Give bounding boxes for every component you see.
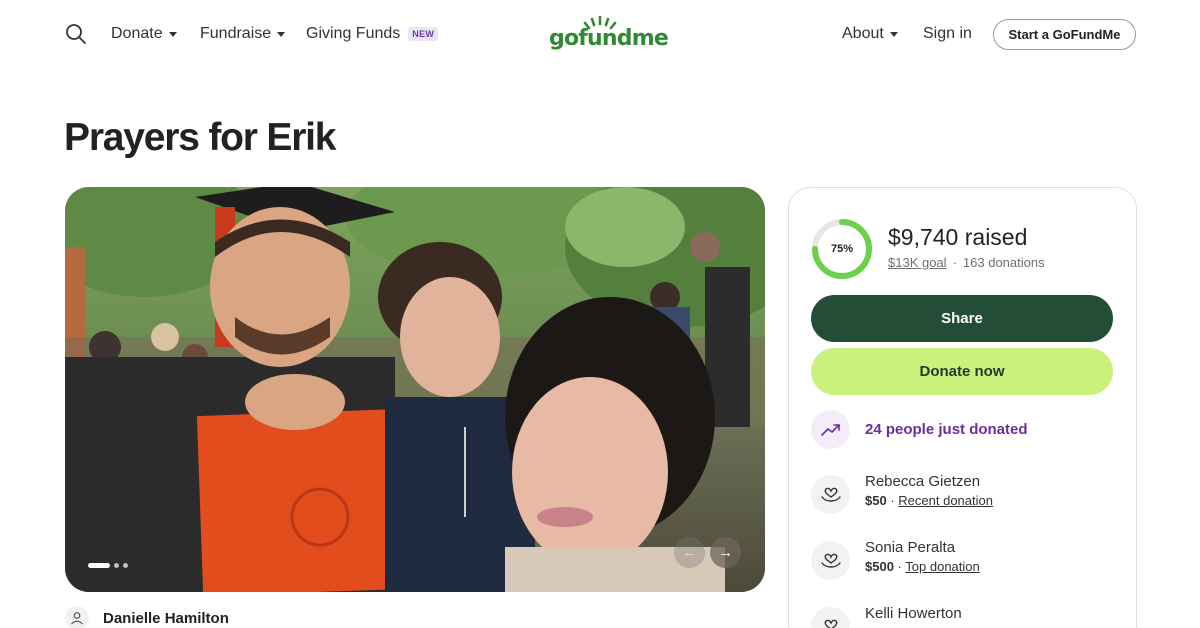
chevron-down-icon [889, 32, 898, 37]
chevron-down-icon [277, 32, 286, 37]
heart-hand-icon [821, 619, 840, 628]
donation-tag[interactable]: Top donation [905, 559, 979, 574]
search-icon [66, 24, 86, 44]
donation-info: Kelli Howerton [865, 605, 962, 628]
separator: · [897, 559, 902, 574]
nav-about-label: About [842, 25, 884, 42]
recent-donors-trend: 24 people just donated [811, 410, 1028, 449]
donor-name: Rebecca Gietzen [865, 473, 981, 490]
amount-raised: $9,740 raised [888, 224, 1028, 250]
nav-giving-funds-label: Giving Funds [306, 25, 401, 42]
donation-icon-wrap [811, 541, 850, 580]
page-title: Prayers for Erik [64, 116, 337, 159]
arrow-right-icon: → [718, 544, 733, 561]
goal-link[interactable]: $13K goal [888, 255, 947, 270]
logo-wordmark: gofundme [549, 26, 669, 51]
search-button[interactable] [64, 22, 88, 46]
donation-item: Sonia Peralta $500 · Top donation [811, 539, 980, 580]
trend-text: 24 people just donated [865, 421, 1028, 438]
heart-hand-icon [820, 487, 841, 502]
organizer-name[interactable]: Danielle Hamilton [103, 610, 229, 627]
donation-card: 75% $9,740 raised $13K goal · 163 donati… [788, 187, 1137, 628]
organizer-avatar [65, 606, 89, 628]
donation-info: Rebecca Gietzen $50 · Recent donation [865, 473, 993, 514]
donation-meta: $50 · Recent donation [865, 493, 993, 508]
donation-tag[interactable]: Recent donation [898, 493, 993, 508]
nav-fundraise-label: Fundraise [200, 25, 272, 42]
share-button[interactable]: Share [811, 295, 1113, 342]
nav-about[interactable]: About [842, 22, 898, 46]
campaign-photo-carousel[interactable]: ← → [65, 187, 765, 592]
donation-amount: $500 [865, 559, 894, 574]
sign-in-label: Sign in [923, 25, 972, 42]
nav-donate-label: Donate [111, 25, 163, 42]
donation-amount: $50 [865, 493, 887, 508]
arrow-left-icon: ← [682, 544, 697, 561]
sign-in-link[interactable]: Sign in [923, 22, 972, 46]
donate-now-button[interactable]: Donate now [811, 348, 1113, 395]
donation-icon-wrap [811, 475, 850, 514]
top-nav: Donate Fundraise Giving Funds NEW gofund… [0, 0, 1200, 68]
donation-meta: $500 · Top donation [865, 559, 980, 574]
gofundme-logo[interactable]: gofundme [549, 16, 669, 52]
start-gofundme-button[interactable]: Start a GoFundMe [993, 19, 1136, 50]
progress-percent: 75% [830, 243, 854, 255]
carousel-indicator [88, 563, 128, 568]
carousel-dot-active[interactable] [88, 563, 110, 568]
heart-hand-icon [820, 553, 841, 568]
goal-line: $13K goal · 163 donations [888, 255, 1045, 270]
user-icon [71, 612, 83, 625]
donation-item: Kelli Howerton [811, 605, 962, 628]
organizer-row: Danielle Hamilton [65, 606, 229, 628]
nav-giving-funds[interactable]: Giving Funds NEW [306, 22, 439, 46]
nav-donate[interactable]: Donate [111, 22, 177, 46]
new-badge: NEW [408, 27, 439, 41]
donation-info: Sonia Peralta $500 · Top donation [865, 539, 980, 580]
separator: · [890, 493, 895, 508]
campaign-photo [65, 187, 765, 592]
trend-icon-wrap [811, 410, 850, 449]
carousel-next-button[interactable]: → [710, 537, 741, 568]
chevron-down-icon [168, 32, 177, 37]
nav-fundraise[interactable]: Fundraise [200, 22, 286, 46]
donation-item: Rebecca Gietzen $50 · Recent donation [811, 473, 993, 514]
carousel-dot[interactable] [123, 563, 128, 568]
donation-icon-wrap [811, 607, 850, 628]
donor-name: Kelli Howerton [865, 605, 962, 622]
trending-up-icon [820, 423, 840, 436]
separator: · [952, 255, 957, 270]
donor-name: Sonia Peralta [865, 539, 956, 556]
carousel-prev-button[interactable]: ← [674, 537, 705, 568]
donation-count: 163 donations [962, 255, 1045, 270]
carousel-dot[interactable] [114, 563, 119, 568]
